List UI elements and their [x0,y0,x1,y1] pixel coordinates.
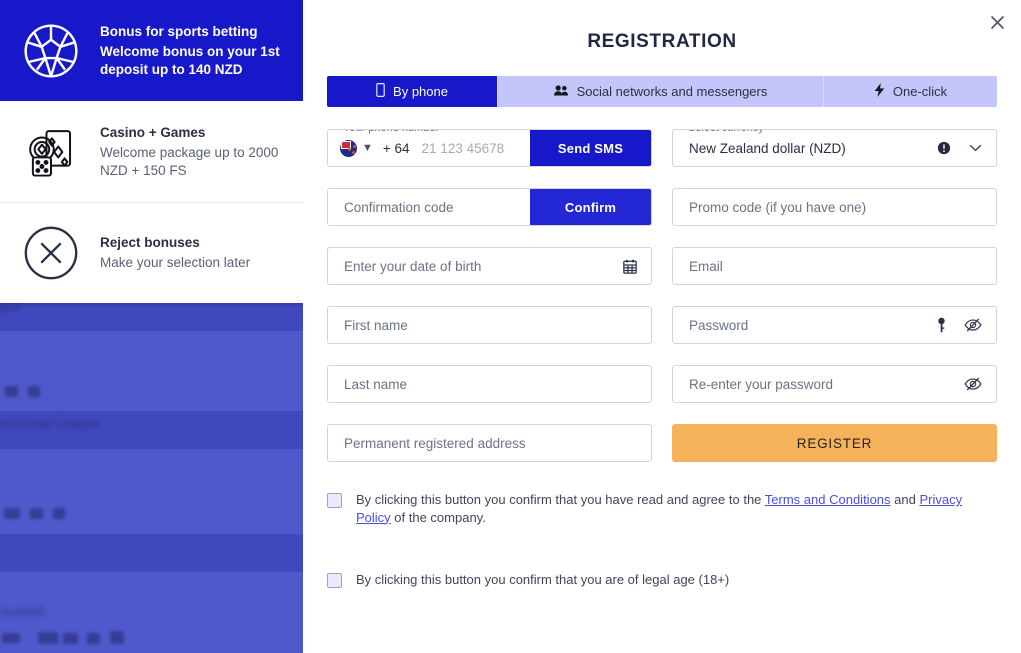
new-zealand-flag-icon[interactable] [340,139,357,157]
consent-terms-text-3: of the company. [390,509,486,525]
tab-label: One-click [892,84,948,99]
consent-terms-label: By clicking this button you confirm that… [356,491,997,526]
tab-label: By phone [393,84,448,99]
bonus-option-sports[interactable]: Bonus for sports betting Welcome bonus o… [0,0,303,101]
currency-value: New Zealand dollar (NZD) [689,140,846,156]
calendar-icon[interactable] [623,259,637,274]
soccer-ball-icon [16,16,86,86]
consent-age-checkbox[interactable] [327,573,342,589]
tab-social-networks[interactable]: Social networks and messengers [497,76,823,107]
eye-slash-icon[interactable] [964,318,982,332]
confirm-button[interactable]: Confirm [530,189,651,225]
consents-section: By clicking this button you confirm that… [327,491,997,589]
bonus-option-title: Reject bonuses [100,234,200,250]
tab-by-phone[interactable]: By phone [327,76,497,107]
address-field[interactable]: Permanent registered address [327,424,652,462]
phone-number-legend: Your phone number [339,130,444,134]
mobile-phone-icon [376,83,385,100]
repeat-password-input[interactable]: Re-enter your password [673,377,964,392]
registration-modal: REGISTRATION By phone Social networks an… [303,0,1021,653]
bonus-option-title: Casino + Games [100,124,206,140]
currency-select[interactable]: Select currency New Zealand dollar (NZD) [672,129,997,167]
first-name-field[interactable]: First name [327,306,652,344]
phone-number-input[interactable]: 21 123 45678 [422,141,530,156]
backdrop-ghost-text: Professional League [0,416,102,431]
info-circle-icon[interactable] [937,141,951,155]
tab-label: Social networks and messengers [576,84,768,99]
first-name-input[interactable]: First name [328,318,651,333]
consent-age-label: By clicking this button you confirm that… [356,572,730,588]
repeat-password-field[interactable]: Re-enter your password [672,365,997,403]
consent-terms: By clicking this button you confirm that… [327,491,997,526]
chevron-down-icon[interactable]: ▼ [362,142,373,154]
date-of-birth-field[interactable]: Enter your date of birth [327,247,652,285]
bonus-option-subtitle: Make your selection later [100,255,251,271]
bonus-selection-panel: Bonus for sports betting Welcome bonus o… [0,0,303,303]
backdrop-ghost-text: Football [0,604,45,619]
key-icon[interactable] [937,317,946,333]
lightning-bolt-icon [874,83,885,100]
bonus-option-reject[interactable]: Reject bonuses Make your selection later [0,202,303,303]
send-sms-button[interactable]: Send SMS [530,130,651,166]
password-input[interactable]: Password [673,318,937,333]
last-name-input[interactable]: Last name [328,377,651,392]
bonus-option-subtitle: Welcome bonus on your 1st deposit up to … [100,43,280,77]
date-of-birth-input[interactable]: Enter your date of birth [328,259,623,274]
registration-method-tabs: By phone Social networks and messengers [327,76,997,107]
country-dial-code: + 64 [382,140,410,156]
registration-screen: League Professional League Football [0,0,1021,653]
email-field[interactable]: Email [672,247,997,285]
address-input[interactable]: Permanent registered address [328,436,651,451]
tab-one-click[interactable]: One-click [823,76,997,107]
phone-number-field[interactable]: Your phone number ▼ + 64 21 123 45678 Se… [327,129,652,167]
register-button[interactable]: REGISTER [672,424,997,462]
password-field[interactable]: Password [672,306,997,344]
people-group-icon [553,84,569,100]
consent-terms-text-1: By clicking this button you confirm that… [356,492,765,507]
currency-legend: Select currency [684,130,768,134]
consent-age: By clicking this button you confirm that… [327,571,997,589]
bonus-option-title: Bonus for sports betting [100,23,258,39]
terms-and-conditions-link[interactable]: Terms and Conditions [765,492,891,507]
email-input[interactable]: Email [673,259,996,274]
registration-form: Your phone number ▼ + 64 21 123 45678 Se… [327,107,997,462]
circle-x-icon [16,218,86,288]
bonus-option-casino[interactable]: Casino + Games Welcome package up to 200… [0,101,303,202]
promo-code-field[interactable]: Promo code (if you have one) [672,188,997,226]
last-name-field[interactable]: Last name [327,365,652,403]
chevron-down-icon[interactable] [969,144,982,152]
consent-terms-checkbox[interactable] [327,493,342,508]
bonus-option-subtitle: Welcome package up to 2000 NZD + 150 FS [100,144,279,178]
page-title: REGISTRATION [587,31,737,52]
close-icon[interactable] [981,6,1013,38]
eye-slash-icon[interactable] [964,377,982,391]
confirmation-code-field[interactable]: Confirmation code Confirm [327,188,652,226]
promo-code-input[interactable]: Promo code (if you have one) [673,200,996,215]
confirmation-code-input[interactable]: Confirmation code [328,200,530,215]
casino-cards-chip-dice-icon [16,117,86,187]
consent-terms-text-2: and [890,492,920,507]
